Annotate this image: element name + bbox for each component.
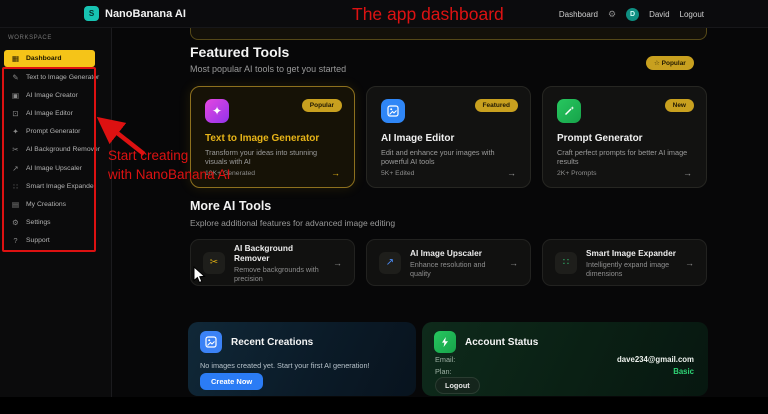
annotation-rectangle (2, 67, 96, 252)
empty-state-text: No images created yet. Start your first … (200, 361, 370, 370)
card-title: Prompt Generator (557, 133, 643, 144)
sidebar-item-label: Dashboard (26, 55, 62, 62)
letterbox-bar (0, 397, 768, 414)
app-window: S NanoBanana AI Dashboard ⚙ D David Logo… (0, 0, 768, 414)
featured-tools-subtitle: Most popular AI tools to get you started (190, 64, 347, 74)
email-label: Email: (435, 355, 456, 364)
card-prompt-generator[interactable]: New Prompt Generator Craft perfect promp… (542, 86, 707, 188)
sidebar-item-dashboard[interactable]: ▦ Dashboard (4, 50, 95, 67)
arrow-right-icon[interactable]: → (331, 168, 340, 178)
mini-card-subtitle: Remove backgrounds with precision (234, 264, 319, 283)
mini-card-subtitle: Enhance resolution and quality (410, 259, 486, 278)
card-badge: New (664, 99, 694, 112)
app-logo-icon: S (84, 6, 99, 21)
workspace-section-label: WORKSPACE (8, 35, 52, 41)
mouse-cursor (193, 266, 206, 284)
featured-tools-heading: Featured Tools (190, 44, 290, 60)
recent-creations-panel: Recent Creations No images created yet. … (188, 322, 416, 396)
user-avatar[interactable]: D (626, 7, 640, 21)
mini-card-subtitle: Intelligently expand image dimensions (586, 259, 670, 278)
upscale-arrow-icon: ↗ (379, 251, 401, 274)
card-badge: Popular (301, 99, 342, 112)
annotation-top-note: The app dashboard (352, 4, 504, 24)
more-tools-heading: More AI Tools (190, 199, 272, 213)
popular-section-badge: ☆ Popular (646, 56, 694, 70)
arrow-right-icon[interactable]: → (685, 258, 694, 268)
logout-link[interactable]: Logout (680, 10, 704, 19)
mini-card-image-upscaler[interactable]: ↗ AI Image Upscaler Enhance resolution a… (366, 239, 531, 286)
settings-gear-icon[interactable]: ⚙ (608, 9, 616, 20)
card-ai-image-editor[interactable]: Featured AI Image Editor Edit and enhanc… (366, 86, 531, 188)
plan-label: Plan: (435, 367, 452, 376)
image-icon (381, 99, 405, 123)
create-now-button[interactable]: Create Now (200, 373, 264, 390)
scrolled-banner-edge (190, 28, 707, 40)
scissors-icon: ✂ (203, 251, 225, 274)
star-icon: ☆ (654, 60, 660, 67)
mini-card-title: Smart Image Expander (586, 247, 676, 258)
recent-creations-title: Recent Creations (231, 336, 314, 348)
plan-value: Basic (673, 367, 694, 376)
card-title: AI Image Editor (381, 133, 455, 144)
sparkles-icon: ✦ (205, 99, 229, 123)
more-tools-row: ✂ AI Background Remover Remove backgroun… (190, 239, 707, 286)
account-status-panel: Account Status Email: dave234@gmail.com … (422, 322, 708, 396)
arrow-right-icon[interactable]: → (507, 168, 516, 178)
mini-card-background-remover[interactable]: ✂ AI Background Remover Remove backgroun… (190, 239, 355, 286)
card-badge: Featured (474, 99, 518, 112)
app-title: NanoBanana AI (105, 8, 186, 20)
account-status-title: Account Status (465, 336, 539, 348)
card-description: Edit and enhance your images with powerf… (381, 148, 495, 167)
user-name: David (649, 9, 670, 19)
wand-icon (557, 99, 581, 123)
arrow-right-icon[interactable]: → (333, 258, 342, 268)
logout-button[interactable]: Logout (435, 377, 480, 394)
mini-card-image-expander[interactable]: ∷ Smart Image Expander Intelligently exp… (542, 239, 707, 286)
card-stat: 5K+ Edited (381, 169, 415, 177)
image-icon (200, 331, 222, 353)
bolt-icon (434, 331, 456, 353)
dashboard-grid-icon: ▦ (11, 54, 20, 63)
card-title: Text to Image Generator (205, 133, 320, 144)
email-value: dave234@gmail.com (617, 355, 694, 364)
more-tools-subtitle: Explore additional features for advanced… (190, 218, 396, 228)
arrow-right-icon[interactable]: → (509, 258, 518, 268)
arrow-right-icon[interactable]: → (683, 168, 692, 178)
expander-dots-icon: ∷ (555, 251, 577, 274)
header-nav-dashboard[interactable]: Dashboard (559, 10, 598, 19)
mini-card-title: AI Background Remover (234, 242, 294, 263)
card-stat: 2K+ Prompts (557, 169, 597, 177)
featured-cards-row: ✦ Popular Text to Image Generator Transf… (190, 86, 707, 188)
annotation-side-note: Start creating with NanoBanana AI (108, 148, 231, 182)
mini-card-title: AI Image Upscaler (410, 247, 482, 258)
card-description: Craft perfect prompts for better AI imag… (557, 148, 688, 167)
